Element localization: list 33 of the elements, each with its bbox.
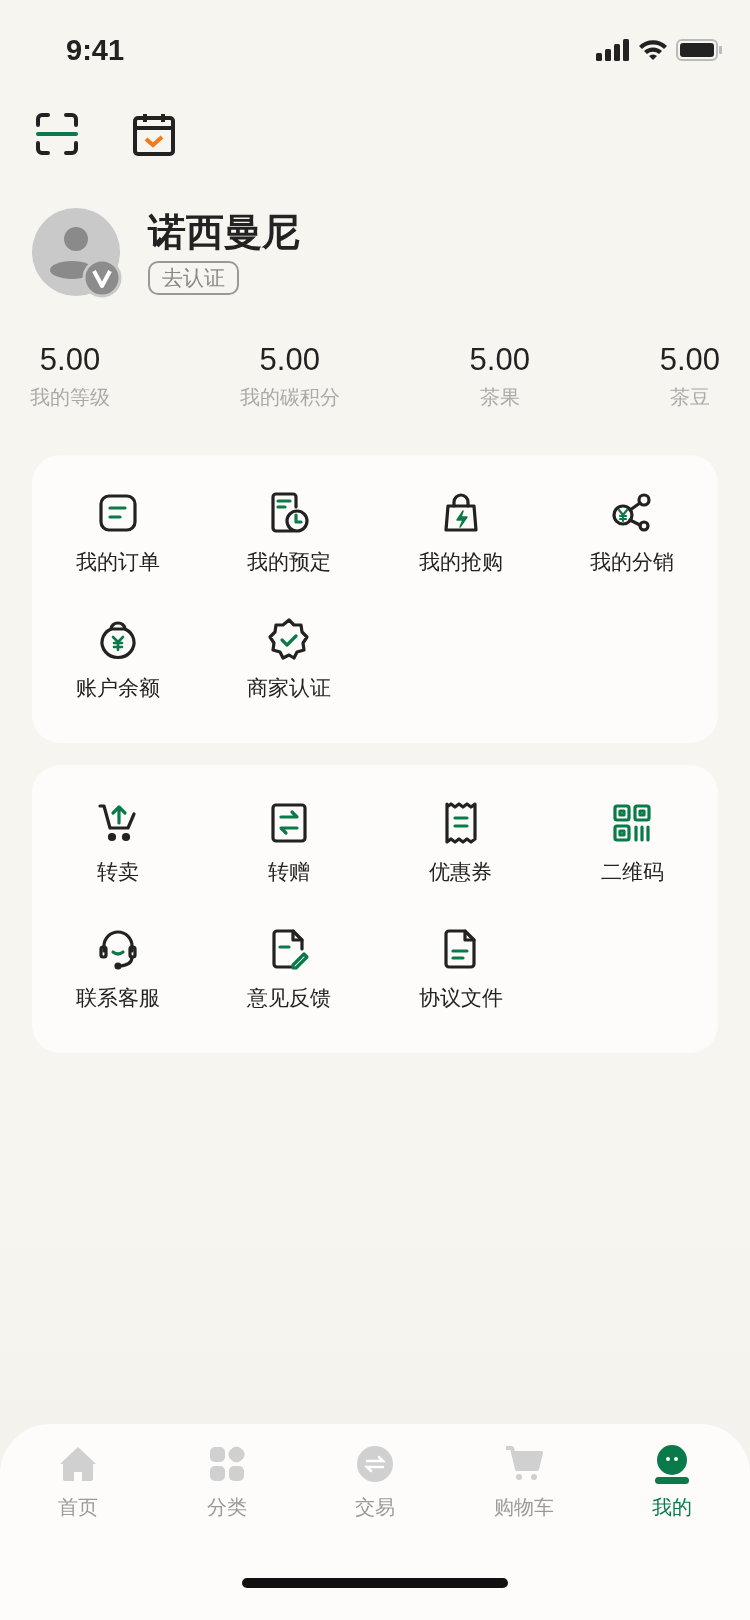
status-time: 9:41 bbox=[66, 33, 125, 67]
exchange-icon bbox=[355, 1444, 395, 1484]
menu-item[interactable]: 协议文件 bbox=[375, 927, 547, 1013]
stat-label: 我的等级 bbox=[30, 384, 110, 411]
verified-badge-icon bbox=[82, 258, 122, 298]
stat-value: 5.00 bbox=[39, 342, 101, 378]
menu-item[interactable]: 商家认证 bbox=[203, 617, 375, 703]
stat-value: 5.00 bbox=[259, 342, 320, 378]
menu-item[interactable]: 我的订单 bbox=[32, 491, 204, 577]
menu-item[interactable]: 我的分销 bbox=[546, 491, 718, 577]
stat-label: 茶豆 bbox=[669, 384, 710, 411]
user-name: 诺西曼尼 bbox=[148, 209, 300, 255]
menu-item[interactable]: 账户余额 bbox=[32, 617, 204, 703]
scan-icon[interactable] bbox=[35, 112, 79, 156]
stat-value: 5.00 bbox=[469, 342, 530, 378]
menu-item[interactable]: 我的预定 bbox=[203, 491, 375, 577]
home-icon bbox=[58, 1444, 98, 1484]
user-icon bbox=[652, 1444, 692, 1484]
stat-value: 5.00 bbox=[659, 342, 720, 378]
battery-icon bbox=[676, 39, 722, 61]
stat-label: 茶果 bbox=[479, 384, 520, 411]
calendar-check-icon[interactable] bbox=[133, 112, 175, 156]
menu-item[interactable]: 联系客服 bbox=[32, 927, 204, 1013]
stat-label: 我的碳积分 bbox=[239, 384, 340, 411]
menu-item[interactable]: 我的抢购 bbox=[375, 491, 547, 577]
tab[interactable]: 我的 bbox=[612, 1444, 732, 1521]
menu-item[interactable]: 转赠 bbox=[203, 801, 375, 887]
menu-item[interactable]: 转卖 bbox=[32, 801, 204, 887]
wifi-icon bbox=[638, 39, 668, 61]
menu-item[interactable]: 意见反馈 bbox=[203, 927, 375, 1013]
signal-icon bbox=[596, 39, 630, 61]
menu-item[interactable]: 二维码 bbox=[546, 801, 718, 887]
menu-item[interactable]: 优惠券 bbox=[375, 801, 547, 887]
